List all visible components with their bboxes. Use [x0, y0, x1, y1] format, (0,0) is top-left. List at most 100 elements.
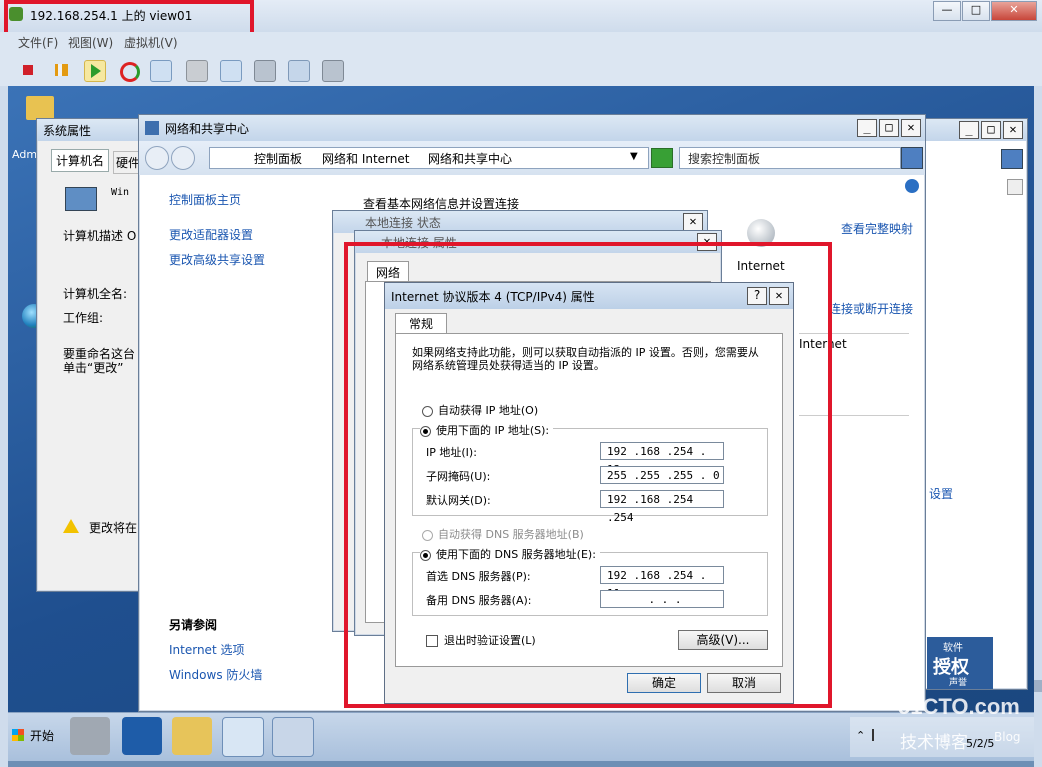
settings-link-fragment[interactable]: 设置	[929, 485, 953, 502]
back-button[interactable]	[145, 146, 169, 170]
ok-button[interactable]: 确定	[627, 673, 701, 693]
auto-ip-radio[interactable]	[422, 405, 433, 417]
computer-icon	[65, 187, 97, 211]
network-center-title: 网络和共享中心	[165, 121, 250, 136]
see-also-internet-options[interactable]: Internet 选项	[169, 641, 244, 658]
status-title: 本地连接 状态	[365, 215, 441, 230]
maximize-button[interactable]: □	[962, 1, 990, 21]
search-box[interactable]: 搜索控制面板	[679, 147, 901, 169]
see-also-firewall[interactable]: Windows 防火墙	[169, 666, 262, 683]
close-button[interactable]: ✕	[769, 287, 789, 305]
server-manager-icon[interactable]	[70, 717, 110, 755]
host-menubar: 文件(F) 视图(W) 虚拟机(V)	[0, 32, 1042, 54]
rear-search-button[interactable]	[1001, 149, 1023, 169]
cancel-button[interactable]: 取消	[707, 673, 781, 693]
help-button[interactable]: ?	[747, 287, 767, 305]
close-icon[interactable]: ✕	[1003, 121, 1023, 139]
control-panel-task-icon[interactable]	[222, 717, 264, 757]
minimize-button[interactable]: —	[933, 1, 961, 21]
auto-dns-radio[interactable]	[422, 529, 433, 541]
explorer-icon[interactable]	[172, 717, 212, 755]
tab-panel: 如果网络支持此功能，则可以获取自动指派的 IP 设置。否则，您需要从网络系统管理…	[395, 333, 783, 667]
play-icon[interactable]	[84, 60, 106, 82]
manual-dns-option[interactable]: 使用下面的 DNS 服务器地址(E):	[420, 546, 600, 562]
flag-icon[interactable]	[872, 729, 884, 741]
validate-checkbox[interactable]	[426, 635, 438, 647]
system-tab-computer-name[interactable]: 计算机名	[51, 149, 110, 172]
pause-icon[interactable]	[50, 60, 70, 80]
breadcrumb-2[interactable]: 网络和 Internet	[322, 150, 409, 167]
close-icon[interactable]: ✕	[683, 213, 703, 231]
ipv4-title: Internet 协议版本 4 (TCP/IPv4) 属性	[391, 289, 595, 304]
menu-file[interactable]: 文件(F)	[18, 34, 58, 51]
revert-icon[interactable]	[186, 60, 208, 82]
ipv4-dialog[interactable]: Internet 协议版本 4 (TCP/IPv4) 属性 ? ✕ 常规 如果网络…	[384, 282, 794, 704]
refresh-button[interactable]	[651, 148, 673, 168]
start-button[interactable]: 开始	[10, 721, 60, 751]
menu-vm[interactable]: 虚拟机(V)	[124, 34, 178, 51]
forward-button[interactable]	[171, 146, 195, 170]
close-button[interactable]: ✕	[991, 1, 1037, 21]
search-icon[interactable]	[901, 147, 923, 169]
search-placeholder: 搜索控制面板	[688, 152, 761, 166]
manual-ip-option[interactable]: 使用下面的 IP 地址(S):	[420, 422, 554, 438]
system-properties-titlebar: 系统属性	[37, 119, 147, 141]
network-task-icon[interactable]	[272, 717, 314, 757]
address-box[interactable]: 控制面板 网络和 Internet 网络和共享中心 ▼	[209, 147, 649, 169]
close-icon[interactable]: ✕	[901, 119, 921, 137]
validate-option[interactable]: 退出时验证设置(L)	[426, 632, 536, 648]
menu-view[interactable]: 视图(W)	[68, 34, 113, 51]
system-properties-window[interactable]: 系统属性 计算机名 硬件 Win 计算机描述 O 计算机全名: 工作组: 要重命…	[36, 118, 148, 592]
watermark-blog: Blog	[994, 730, 1021, 744]
settings-icon[interactable]	[288, 60, 310, 82]
host-left-edge	[0, 86, 8, 767]
full-map-link[interactable]: 查看完整映射	[841, 220, 913, 237]
breadcrumb-3[interactable]: 网络和共享中心	[428, 150, 512, 167]
manual-dns-radio[interactable]	[420, 549, 431, 561]
help-icon[interactable]	[905, 179, 919, 193]
network-center-buttons: _ □ ✕	[857, 119, 921, 137]
powershell-icon[interactable]	[122, 717, 162, 755]
ip-address-field[interactable]: 192 .168 .254 . 13	[600, 442, 724, 476]
manual-ip-radio[interactable]	[420, 425, 431, 437]
tab-general[interactable]: 常规	[395, 313, 447, 334]
tools-icon[interactable]	[322, 60, 344, 82]
advanced-button[interactable]: 高级(V)...	[678, 630, 768, 650]
host-scrollbar[interactable]	[1034, 86, 1042, 767]
rear-right-window[interactable]: _ □ ✕ 软件 授权 声誉 设置	[920, 118, 1028, 690]
subnet-mask-field[interactable]: 255 .255 .255 . 0	[600, 466, 724, 484]
snapshot-icon[interactable]	[150, 60, 172, 82]
auto-dns-label: 自动获得 DNS 服务器地址(B)	[438, 528, 584, 541]
maximize-icon[interactable]: □	[879, 119, 899, 137]
minimize-icon[interactable]: _	[857, 119, 877, 137]
status-buttons: ✕	[683, 213, 703, 231]
start-label: 开始	[30, 729, 55, 743]
stop-icon[interactable]	[18, 60, 38, 80]
maximize-icon[interactable]: □	[981, 121, 1001, 139]
folder-icon[interactable]	[26, 96, 54, 120]
rear-scroll-up[interactable]	[1007, 179, 1023, 195]
auto-ip-option[interactable]: 自动获得 IP 地址(O)	[422, 402, 538, 418]
connect-disconnect-link[interactable]: 连接或断开连接	[829, 300, 913, 317]
tab-label: 硬件	[116, 156, 141, 170]
sidebar-link-home[interactable]: 控制面板主页	[169, 191, 241, 208]
alternate-dns-field[interactable]: . . .	[600, 590, 724, 608]
tray-chevron-icon[interactable]: ⌃	[856, 729, 865, 742]
breadcrumb-1[interactable]: 控制面板	[254, 150, 302, 167]
sidebar-link-sharing[interactable]: 更改高级共享设置	[169, 251, 265, 268]
send-keys-icon[interactable]	[254, 60, 276, 82]
minimize-icon[interactable]: _	[959, 121, 979, 139]
reset-icon[interactable]	[118, 60, 140, 82]
tab-label: 常规	[408, 317, 433, 331]
network-center-titlebar: 网络和共享中心	[139, 115, 925, 141]
gateway-field[interactable]: 192 .168 .254 .254	[600, 490, 724, 524]
clock[interactable]: 5/2/5	[966, 737, 994, 750]
manage-snapshot-icon[interactable]	[220, 60, 242, 82]
auto-dns-option[interactable]: 自动获得 DNS 服务器地址(B)	[422, 526, 584, 542]
description-label: 计算机描述 O	[63, 229, 137, 243]
sidebar-link-adapter[interactable]: 更改适配器设置	[169, 226, 253, 243]
preferred-dns-field[interactable]: 192 .168 .254 . 11	[600, 566, 724, 600]
breadcrumb-dropdown-icon[interactable]: ▼	[630, 151, 638, 162]
genuine-badge: 软件 授权 声誉	[927, 637, 993, 689]
warning-icon	[63, 519, 79, 533]
